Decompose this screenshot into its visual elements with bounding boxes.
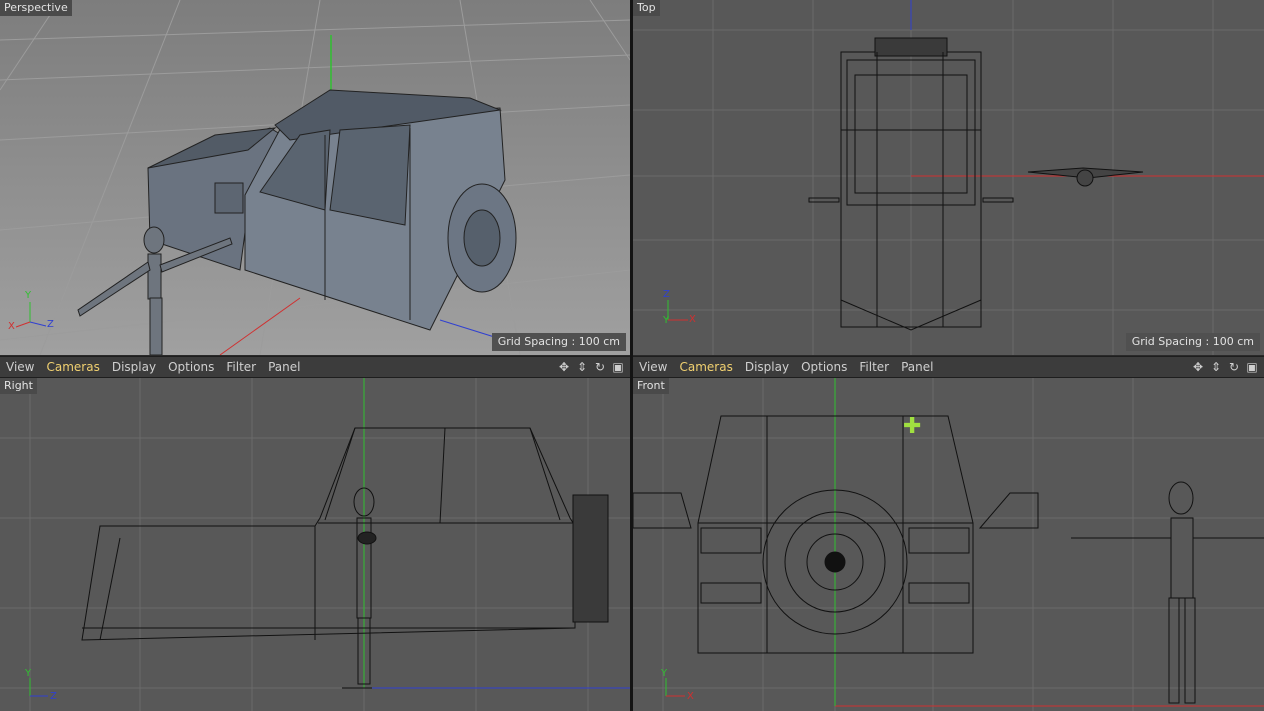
move-cursor-icon: ✚ [903, 414, 922, 439]
move-view-icon[interactable]: ✥ [1190, 360, 1206, 374]
menu-display[interactable]: Display [106, 360, 162, 374]
move-view-icon[interactable]: ✥ [556, 360, 572, 374]
menubar-right: View Cameras Display Options Filter Pane… [633, 356, 1264, 378]
axis-label-z: Z [47, 319, 54, 330]
menu-display[interactable]: Display [739, 360, 795, 374]
menu-panel[interactable]: Panel [895, 360, 939, 374]
front-scene [633, 378, 1264, 711]
right-viewport[interactable]: Y Z Right [0, 378, 630, 711]
axis-label-y-top: Y [663, 315, 670, 326]
menu-options[interactable]: Options [795, 360, 853, 374]
menu-cameras[interactable]: Cameras [40, 360, 105, 374]
maximize-view-icon[interactable]: ▣ [610, 360, 626, 374]
rotate-view-icon[interactable]: ↻ [592, 360, 608, 374]
menu-view[interactable]: View [633, 360, 673, 374]
perspective-scene [0, 0, 630, 355]
menu-cameras[interactable]: Cameras [673, 360, 738, 374]
axis-label-y-right: Y [25, 668, 32, 679]
front-viewport[interactable]: Y X ✚ Front [633, 378, 1264, 711]
viewport-label-top: Top [633, 0, 660, 16]
grid-spacing-perspective: Grid Spacing : 100 cm [491, 333, 626, 351]
top-scene [633, 0, 1264, 355]
axis-label-y-front: Y [661, 668, 668, 679]
perspective-viewport[interactable]: Y X Z Perspective Grid Spacing : 100 cm [0, 0, 630, 355]
menubar-left: View Cameras Display Options Filter Pane… [0, 356, 630, 378]
zoom-view-icon[interactable]: ⇕ [574, 360, 590, 374]
axis-label-y: Y [25, 290, 32, 301]
menu-view[interactable]: View [0, 360, 40, 374]
axis-label-z-right: Z [50, 691, 57, 702]
menu-options[interactable]: Options [162, 360, 220, 374]
top-viewport[interactable]: Z Y X Top Grid Spacing : 100 cm [633, 0, 1264, 355]
figure-front [1071, 481, 1264, 704]
menu-filter[interactable]: Filter [220, 360, 262, 374]
axis-label-x: X [8, 321, 15, 332]
maximize-view-icon[interactable]: ▣ [1244, 360, 1260, 374]
viewport-label-front: Front [633, 378, 669, 394]
axis-label-x-front: X [687, 691, 694, 702]
menu-filter[interactable]: Filter [853, 360, 895, 374]
zoom-view-icon[interactable]: ⇕ [1208, 360, 1224, 374]
figure-top [1027, 167, 1144, 187]
right-scene [0, 378, 630, 711]
menu-panel[interactable]: Panel [262, 360, 306, 374]
rotate-view-icon[interactable]: ↻ [1226, 360, 1242, 374]
axis-label-x-top: X [689, 314, 696, 325]
top-grid [633, 0, 1264, 355]
viewport-label-perspective: Perspective [0, 0, 72, 16]
viewport-label-right: Right [0, 378, 37, 394]
grid-spacing-top: Grid Spacing : 100 cm [1125, 333, 1260, 351]
axis-label-z-top: Z [663, 289, 670, 300]
